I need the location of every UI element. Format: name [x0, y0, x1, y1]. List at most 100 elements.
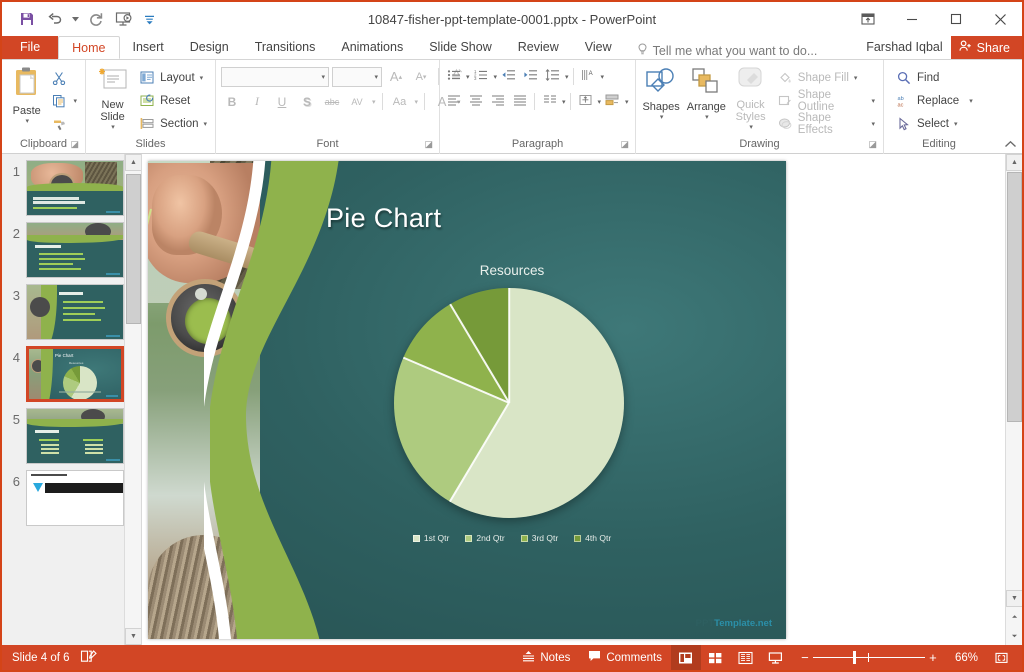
text-direction-button[interactable]: A	[578, 66, 599, 87]
scroll-thumb[interactable]	[1007, 172, 1022, 422]
shapes-button[interactable]: Shapes ▾	[639, 63, 683, 121]
strikethrough-button[interactable]: abc	[321, 91, 343, 112]
legend-item-4[interactable]: 4th Qtr	[574, 533, 611, 543]
bullets-button[interactable]	[443, 66, 464, 87]
next-slide-icon[interactable]: ⏷	[1006, 628, 1022, 645]
numbering-button[interactable]: 123	[471, 66, 492, 87]
user-name[interactable]: Farshad Iqbal	[866, 40, 950, 56]
columns-dropdown-icon[interactable]: ▾	[562, 98, 566, 106]
paste-dropdown-icon[interactable]: ▾	[25, 117, 29, 125]
thumbnail-preview[interactable]: Pie Chart Resources	[26, 346, 124, 402]
layout-button[interactable]: Layout ▾	[136, 66, 212, 89]
pie-chart[interactable]	[394, 288, 624, 518]
change-case-dropdown-icon[interactable]: ▾	[415, 98, 419, 106]
slide-vertical-scrollbar[interactable]: ▲ ▼ ⏶ ⏷	[1005, 154, 1022, 645]
quick-styles-dropdown-icon[interactable]: ▾	[749, 123, 753, 131]
text-shadow-button[interactable]: S	[296, 91, 318, 112]
thumbnail-slide-3[interactable]: 3	[2, 278, 141, 340]
bullets-dropdown-icon[interactable]: ▾	[466, 73, 470, 81]
drawing-dialog-launcher-icon[interactable]: ◪	[868, 137, 877, 152]
slide-thumbnail-pane[interactable]: 1 2	[2, 154, 142, 645]
tab-slide-show[interactable]: Slide Show	[416, 36, 505, 59]
zoom-level[interactable]: 66%	[947, 652, 986, 664]
slideshow-icon[interactable]	[111, 7, 137, 31]
align-text-button[interactable]	[575, 91, 596, 112]
align-right-button[interactable]	[487, 91, 508, 112]
new-slide-dropdown-icon[interactable]: ▾	[111, 123, 115, 131]
align-left-button[interactable]	[443, 91, 464, 112]
italic-button[interactable]: I	[246, 91, 268, 112]
normal-view-button[interactable]	[671, 645, 701, 670]
increase-font-size-button[interactable]: A▴	[385, 66, 407, 87]
thumbnail-preview[interactable]	[26, 470, 124, 526]
slide-indicator[interactable]: Slide 4 of 6	[12, 652, 70, 664]
zoom-out-button[interactable]: −	[797, 650, 813, 665]
scroll-down-icon[interactable]: ▼	[1006, 590, 1022, 607]
tab-insert[interactable]: Insert	[120, 36, 177, 59]
notes-button[interactable]: Notes	[513, 645, 579, 670]
new-slide-button[interactable]: New Slide ▾	[89, 63, 136, 131]
font-size-input[interactable]: ▾	[332, 67, 382, 87]
zoom-handle[interactable]	[853, 651, 856, 664]
undo-icon[interactable]	[42, 7, 68, 31]
arrange-dropdown-icon[interactable]: ▾	[705, 113, 709, 121]
decrease-font-size-button[interactable]: A▾	[410, 66, 432, 87]
convert-to-smartart-button[interactable]	[602, 91, 623, 112]
zoom-track[interactable]	[813, 645, 925, 670]
share-button[interactable]: Share	[951, 36, 1022, 59]
ribbon-display-options-icon[interactable]	[846, 2, 890, 36]
numbering-dropdown-icon[interactable]: ▾	[494, 73, 498, 81]
legend-item-3[interactable]: 3rd Qtr	[521, 533, 558, 543]
cut-button[interactable]	[48, 66, 82, 89]
copy-dropdown-icon[interactable]: ▾	[73, 97, 77, 105]
minimize-icon[interactable]	[890, 2, 934, 36]
save-icon[interactable]	[14, 7, 40, 31]
shape-outline-button[interactable]: Shape Outline ▾	[774, 89, 880, 112]
thumb-scroll-down-icon[interactable]: ▼	[125, 628, 142, 645]
font-name-dropdown-icon[interactable]: ▾	[321, 73, 325, 81]
replace-button[interactable]: abac Replace ▾	[893, 89, 978, 112]
zoom-slider[interactable]: − +	[791, 645, 947, 670]
current-slide[interactable]: Pie Chart Resources 1st Qtr 2nd Qtr	[148, 161, 786, 639]
replace-dropdown-icon[interactable]: ▾	[969, 97, 973, 105]
font-name-input[interactable]: ▾	[221, 67, 329, 87]
change-case-button[interactable]: Aa	[389, 91, 411, 112]
decrease-indent-button[interactable]	[498, 66, 519, 87]
fit-slide-to-window-button[interactable]	[986, 645, 1016, 670]
select-dropdown-icon[interactable]: ▾	[954, 120, 958, 128]
notes-page-icon[interactable]	[80, 649, 97, 667]
scroll-up-icon[interactable]: ▲	[1006, 154, 1022, 171]
thumbnail-slide-1[interactable]: 1	[2, 154, 141, 216]
thumbnail-preview[interactable]	[26, 408, 124, 464]
reading-view-button[interactable]	[731, 645, 761, 670]
font-dialog-launcher-icon[interactable]: ◪	[424, 137, 433, 152]
tab-file[interactable]: File	[2, 36, 58, 59]
tab-view[interactable]: View	[572, 36, 625, 59]
tab-transitions[interactable]: Transitions	[242, 36, 329, 59]
character-spacing-dropdown-icon[interactable]: ▾	[372, 98, 376, 106]
layout-dropdown-icon[interactable]: ▾	[200, 74, 204, 82]
thumbnail-scrollbar[interactable]: ▲ ▼	[124, 154, 141, 645]
copy-button[interactable]: ▾	[48, 89, 82, 112]
tab-animations[interactable]: Animations	[328, 36, 416, 59]
clipboard-dialog-launcher-icon[interactable]: ◪	[70, 137, 79, 152]
redo-icon[interactable]	[83, 7, 109, 31]
slide-editing-area[interactable]: Pie Chart Resources 1st Qtr 2nd Qtr	[142, 154, 1022, 645]
legend-item-2[interactable]: 2nd Qtr	[465, 533, 504, 543]
find-button[interactable]: Find	[893, 66, 978, 89]
reset-button[interactable]: Reset	[136, 89, 212, 112]
tab-home[interactable]: Home	[58, 36, 119, 59]
format-painter-button[interactable]	[48, 112, 82, 135]
comments-button[interactable]: Comments	[579, 645, 671, 670]
quick-styles-button[interactable]: Quick Styles ▾	[729, 63, 771, 131]
shape-effects-dropdown-icon[interactable]: ▾	[871, 120, 875, 128]
tell-me-search[interactable]: Tell me what you want to do...	[637, 43, 818, 59]
columns-button[interactable]	[539, 91, 560, 112]
thumb-scroll-up-icon[interactable]: ▲	[125, 154, 142, 171]
maximize-icon[interactable]	[934, 2, 978, 36]
align-text-dropdown-icon[interactable]: ▾	[598, 98, 602, 106]
tab-design[interactable]: Design	[177, 36, 242, 59]
thumbnail-slide-5[interactable]: 5	[2, 402, 141, 464]
line-spacing-dropdown-icon[interactable]: ▾	[565, 73, 569, 81]
text-direction-dropdown-icon[interactable]: ▾	[601, 73, 605, 81]
